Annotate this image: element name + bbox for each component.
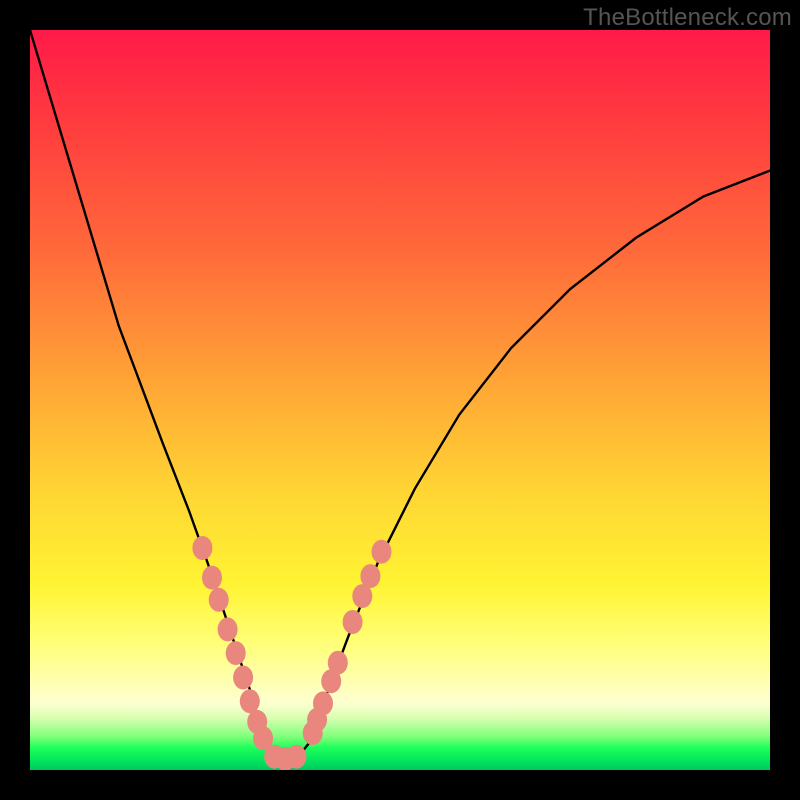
bottleneck-curve <box>30 30 770 759</box>
data-dot <box>360 564 380 588</box>
data-dot <box>313 691 333 715</box>
data-dot <box>218 617 238 641</box>
curve-svg <box>30 30 770 770</box>
data-dot <box>307 708 327 732</box>
dots-left <box>192 536 306 770</box>
data-dot <box>275 747 295 770</box>
data-dot <box>192 536 212 560</box>
plot-area <box>30 30 770 770</box>
data-dot <box>372 540 392 564</box>
data-dot <box>343 610 363 634</box>
dots-right <box>303 540 392 745</box>
data-dot <box>253 726 273 750</box>
data-dot <box>233 666 253 690</box>
watermark-text: TheBottleneck.com <box>583 4 792 32</box>
data-dot <box>247 710 267 734</box>
data-dot <box>264 745 284 769</box>
data-dot <box>240 689 260 713</box>
data-dot <box>321 669 341 693</box>
data-dot <box>286 745 306 769</box>
data-dot <box>303 721 323 745</box>
data-dot <box>226 641 246 665</box>
data-dot <box>202 566 222 590</box>
data-dot <box>352 584 372 608</box>
data-dot <box>209 588 229 612</box>
chart-frame: TheBottleneck.com <box>0 0 800 800</box>
data-dot <box>328 651 348 675</box>
